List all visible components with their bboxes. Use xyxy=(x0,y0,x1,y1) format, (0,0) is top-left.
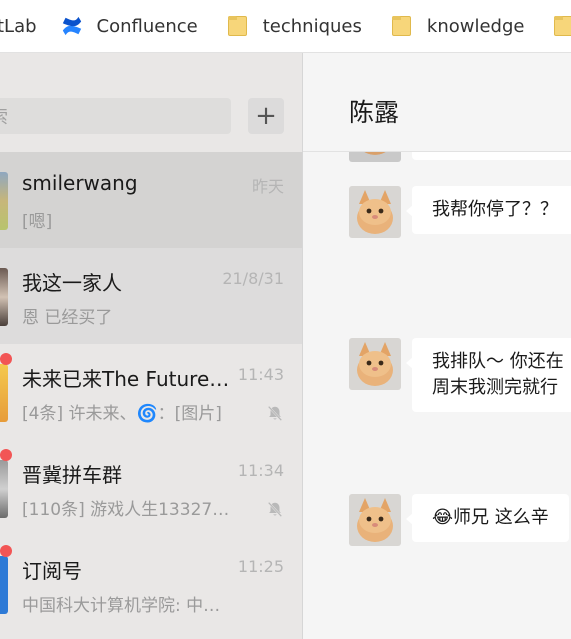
chat-time: 11:25 xyxy=(237,557,284,576)
avatar xyxy=(0,268,8,326)
avatar xyxy=(349,494,401,546)
chat-preview: [嗯] xyxy=(22,212,53,232)
bookmark-knowledge[interactable]: knowledge xyxy=(391,15,525,37)
add-chat-button[interactable]: + xyxy=(248,98,284,134)
folder-icon xyxy=(554,16,571,36)
bookmark-label: itLab xyxy=(0,15,37,37)
message-text: 我排队～ 你还在 xyxy=(432,351,564,372)
folder-icon xyxy=(227,16,247,36)
chat-time: 11:34 xyxy=(237,461,284,480)
message-text: 😂师兄 这么辛 xyxy=(432,507,549,528)
unread-dot xyxy=(0,353,12,365)
unread-dot xyxy=(0,449,12,461)
cat-avatar-icon xyxy=(349,186,401,238)
bookmark-label: Confluence xyxy=(96,15,198,37)
bookmark-gitlab[interactable]: itLab xyxy=(0,16,37,37)
search-input[interactable]: 索 xyxy=(0,98,231,134)
confluence-icon xyxy=(62,16,81,36)
folder-icon xyxy=(391,16,411,36)
chat-title: 未来已来The Future… xyxy=(22,367,230,391)
avatar xyxy=(0,364,8,422)
cat-avatar-icon xyxy=(349,494,401,546)
avatar xyxy=(349,186,401,238)
bookmark-confluence[interactable]: Confluence xyxy=(61,15,198,37)
chat-time: 21/8/31 xyxy=(222,269,284,288)
chat-item[interactable]: 未来已来The Future… 11:43 [4条] 许未来、🌀：[图片] xyxy=(0,344,302,440)
avatar xyxy=(0,172,8,230)
chat-list: smilerwang 昨天 [嗯] 我这一家人 21/8/31 恩 已经买了 未… xyxy=(0,152,302,632)
chat-title: smilerwang xyxy=(22,171,138,195)
conversation-header: 陈露 xyxy=(303,53,571,152)
mute-bell-icon xyxy=(267,501,283,517)
chat-title: 我这一家人 xyxy=(22,271,122,295)
chat-title: 订阅号 xyxy=(22,559,82,583)
message-bubble xyxy=(412,152,571,160)
chat-item[interactable]: 晋冀拼车群 11:34 [110条] 游戏人生13327… xyxy=(0,440,302,536)
mute-bell-icon xyxy=(267,405,283,421)
bookmark-folder-partial[interactable] xyxy=(554,16,571,36)
chat-preview: [4条] 许未来、🌀：[图片] xyxy=(22,404,222,424)
message-bubble: 😂师兄 这么辛 xyxy=(412,494,569,542)
unread-dot xyxy=(0,545,12,557)
chat-time: 昨天 xyxy=(251,177,284,196)
message-bubble: 我排队～ 你还在 周末我测完就行 xyxy=(412,338,571,412)
avatar xyxy=(349,338,401,390)
message-area[interactable]: 我帮你停了？？ 我排队～ 你还在 周末我测完就行 😂师兄 这么辛 xyxy=(303,152,571,639)
chat-preview: 恩 已经买了 xyxy=(22,308,113,328)
bookmark-label: knowledge xyxy=(426,15,525,37)
bookmarks-bar: itLab Confluence techniques knowledge xyxy=(0,0,571,53)
chat-preview: 中国科大计算机学院: 中… xyxy=(22,596,221,616)
bookmark-label: techniques xyxy=(262,15,362,37)
chat-title: 晋冀拼车群 xyxy=(22,463,122,487)
message-text: 我帮你停了？？ xyxy=(432,199,558,220)
chat-time: 11:43 xyxy=(237,365,284,384)
cat-avatar-icon xyxy=(349,338,401,390)
chat-item[interactable]: smilerwang 昨天 [嗯] xyxy=(0,152,302,248)
avatar xyxy=(349,152,401,162)
chat-preview: [110条] 游戏人生13327… xyxy=(22,500,230,520)
avatar xyxy=(0,556,8,614)
message-text: 周末我测完就行 xyxy=(432,377,558,398)
bookmark-techniques[interactable]: techniques xyxy=(227,15,362,37)
message-bubble: 我帮你停了？？ xyxy=(412,186,571,234)
avatar xyxy=(0,460,8,518)
chat-item[interactable]: 我这一家人 21/8/31 恩 已经买了 xyxy=(0,248,302,344)
conversation-title: 陈露 xyxy=(349,98,400,127)
search-placeholder: 索 xyxy=(0,103,8,129)
chat-item[interactable]: 订阅号 11:25 中国科大计算机学院: 中… xyxy=(0,536,302,632)
chat-sidebar: 索 + smilerwang 昨天 [嗯] 我这一家人 21/8/31 恩 已经… xyxy=(0,53,303,639)
plus-icon: + xyxy=(255,101,277,131)
